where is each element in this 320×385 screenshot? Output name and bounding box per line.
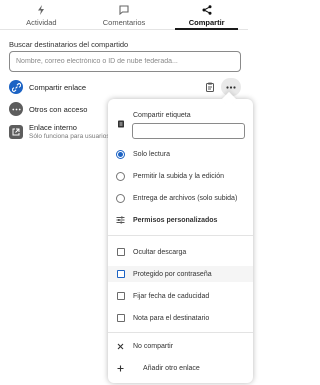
option-label: Nota para el destinatario [133,314,210,322]
tune-icon [108,216,133,224]
close-icon [108,343,133,350]
search-input[interactable] [9,51,241,72]
tab-label: Compartir [188,18,225,27]
checkbox-expiration[interactable] [116,292,125,300]
share-label-item: Compartir etiqueta [108,109,253,128]
tab-actividad[interactable]: Actividad [0,0,83,29]
custom-permissions-item[interactable]: Permisos personalizados [108,213,253,227]
option-label: Ocultar descarga [133,248,187,256]
dots-icon [9,102,23,116]
share-label-title: Compartir etiqueta [133,111,191,119]
share-link-label: Compartir enlace [29,82,87,92]
checkbox-note[interactable] [116,314,125,322]
bolt-icon [37,4,45,15]
share-label-input[interactable] [132,123,245,139]
add-link-label: Añadir otro enlace [143,364,200,372]
option-note-recipient[interactable]: Nota para el destinatario [108,311,253,325]
clipboard-icon[interactable] [201,78,219,96]
plus-icon [108,365,133,372]
external-link-icon [9,125,23,139]
option-expiration-date[interactable]: Fijar fecha de caducidad [108,289,253,303]
unshare-item[interactable]: No compartir [108,339,253,353]
tab-compartir[interactable]: Compartir [165,0,248,30]
label-tag-icon [108,120,133,128]
radio-file-drop[interactable] [116,193,125,203]
custom-permissions-label: Permisos personalizados [133,216,218,224]
radio-read-only[interactable] [116,149,125,159]
unshare-label: No compartir [133,342,174,350]
share-icon [202,4,212,15]
option-password-protected[interactable]: Protegido por contraseña [108,267,253,281]
share-link-row[interactable]: Compartir enlace [9,76,241,98]
internal-link-text: Enlace interno Sólo funciona para usuari… [29,123,110,141]
permission-upload-edit[interactable]: Permitir la subida y la edición [108,169,253,183]
comment-icon [119,4,129,15]
link-icon [9,80,23,94]
permission-label: Entrega de archivos (solo subida) [133,194,238,202]
permission-label: Permitir la subida y la edición [133,172,225,180]
internal-link-sublabel: Sólo funciona para usuarios [29,133,110,140]
radio-upload-edit[interactable] [116,171,125,181]
permission-file-drop[interactable]: Entrega de archivos (solo subida) [108,191,253,205]
tab-label: Actividad [26,18,57,27]
permission-label: Solo lectura [133,150,170,158]
checkbox-hide-download[interactable] [116,248,125,256]
permission-read-only[interactable]: Solo lectura [108,147,253,161]
menu-divider [108,332,253,333]
internal-link-label: Enlace interno [29,123,77,132]
option-label: Protegido por contraseña [133,270,212,278]
sidebar-tabs: Actividad Comentarios Compartir [0,0,248,30]
menu-divider [108,235,253,236]
checkbox-password[interactable] [116,270,125,278]
others-access-label: Otros con acceso [29,104,88,114]
share-options-menu: Compartir etiqueta Solo lectura Permitir… [108,91,253,383]
option-label: Fijar fecha de caducidad [133,292,210,300]
add-link-item[interactable]: Añadir otro enlace [108,361,253,375]
tab-label: Comentarios [102,18,146,27]
option-hide-download[interactable]: Ocultar descarga [108,245,253,259]
search-label: Buscar destinatarios del compartido [9,40,129,49]
tab-comentarios[interactable]: Comentarios [83,0,166,29]
